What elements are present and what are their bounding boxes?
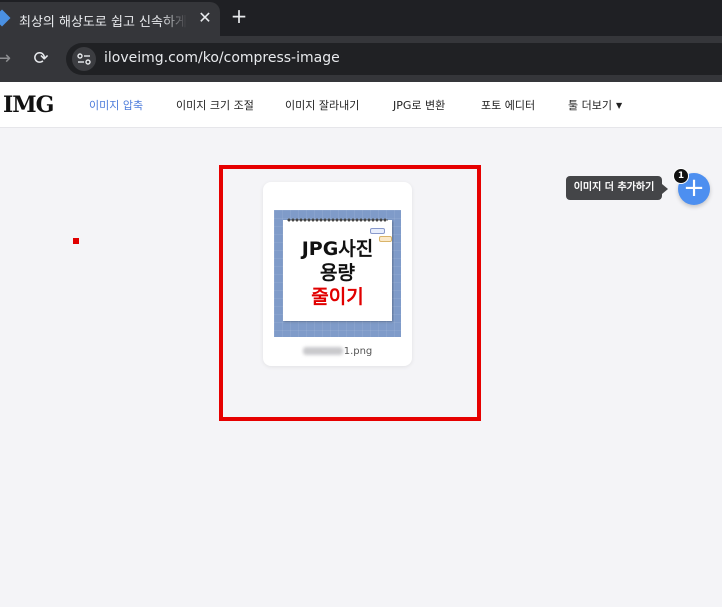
browser-tab[interactable]: 최상의 해상도로 쉽고 신속하게 ✕: [0, 2, 220, 36]
url-text[interactable]: iloveimg.com/ko/compress-image: [104, 50, 340, 68]
nav-convert-to-jpg[interactable]: JPG로 변환: [393, 97, 445, 115]
nav-more-tools-label: 툴 더보기: [568, 99, 612, 112]
tab-title: 최상의 해상도로 쉽고 신속하게: [19, 15, 187, 29]
file-count-badge: 1: [673, 168, 689, 184]
thumbnail-text-line-red: 줄이기: [311, 286, 364, 308]
add-more-tooltip: 이미지 더 추가하기: [566, 176, 662, 200]
image-thumbnail: JPG사진 용량 줄이기: [274, 210, 401, 337]
thumbnail-text-line: JPG사진: [301, 238, 374, 260]
thumbnail-text-line: 용량: [320, 262, 355, 284]
site-info-icon[interactable]: [72, 47, 96, 71]
nav-resize-image[interactable]: 이미지 크기 조절: [176, 97, 254, 115]
thumbnail-notepad: JPG사진 용량 줄이기: [283, 216, 392, 321]
blurred-filename: [302, 347, 343, 355]
forward-arrow-icon[interactable]: →: [0, 48, 12, 70]
site-header: IMG 이미지 압축 이미지 크기 조절 이미지 잘라내기 JPG로 변환 포토…: [0, 82, 722, 128]
file-name: 1.png: [263, 345, 412, 359]
file-name-visible: 1.png: [343, 346, 373, 357]
site-logo[interactable]: IMG: [3, 92, 54, 118]
sticky-tab: [370, 228, 385, 234]
nav-photo-editor[interactable]: 포토 에디터: [481, 97, 535, 115]
reload-icon[interactable]: ⟳: [31, 48, 51, 70]
file-card[interactable]: JPG사진 용량 줄이기 1.png: [263, 182, 412, 366]
browser-tab-bar: 최상의 해상도로 쉽고 신속하게 ✕ +: [0, 0, 722, 36]
address-bar[interactable]: iloveimg.com/ko/compress-image: [66, 43, 722, 75]
favicon-icon: [0, 9, 11, 27]
tooltip-arrow: [662, 184, 668, 194]
main-workspace: JPG사진 용량 줄이기 1.png 이미지 더 추가하기 + 1: [0, 128, 722, 607]
nav-compress-image[interactable]: 이미지 압축: [89, 97, 143, 115]
nav-crop-image[interactable]: 이미지 잘라내기: [285, 97, 359, 115]
notepad-spiral: [287, 216, 388, 224]
browser-toolbar: → ⟳ iloveimg.com/ko/compress-image: [0, 36, 722, 82]
chevron-down-icon: ▼: [615, 101, 623, 110]
nav-more-tools[interactable]: 툴 더보기 ▼: [568, 97, 622, 115]
annotation-dot: [73, 238, 79, 244]
new-tab-button[interactable]: +: [230, 5, 248, 27]
close-tab-icon[interactable]: ✕: [197, 9, 213, 27]
